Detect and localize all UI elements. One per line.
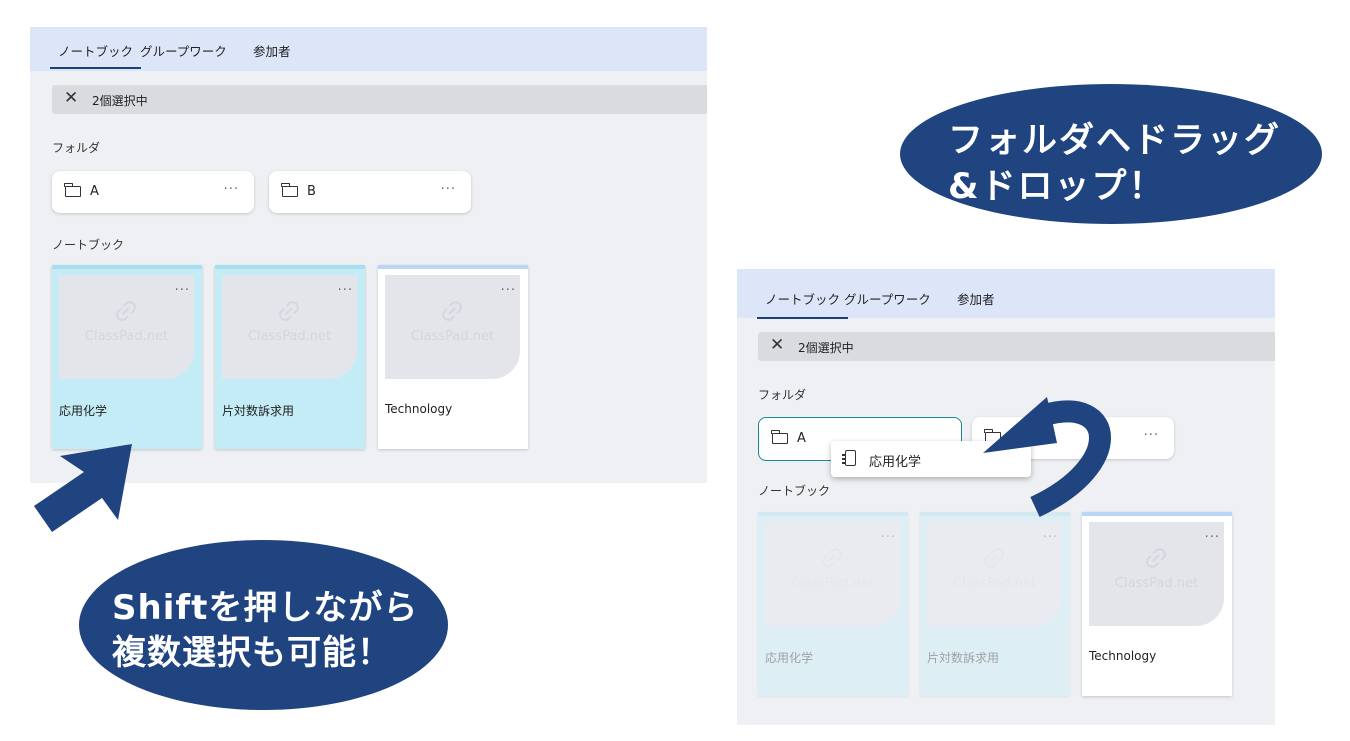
tab-notebooks[interactable]: ノートブック — [756, 289, 849, 319]
more-icon[interactable]: ··· — [441, 182, 456, 197]
folder-name: B — [307, 184, 316, 199]
link-icon — [442, 301, 462, 321]
notebook-title: 片対数訴求用 — [927, 651, 1000, 665]
curved-arrow-icon — [983, 397, 1111, 517]
notebook-panel-multiselect: ノートブック グループワーク 参加者 ✕ 2個選択中 フォルダ A ··· B … — [30, 27, 707, 483]
folder-name: A — [90, 184, 99, 199]
callout-line: 複数選択も可能！ — [112, 633, 392, 673]
tab-groupwork[interactable]: グループワーク — [140, 41, 227, 60]
link-icon — [279, 301, 299, 321]
thumbnail-logo: ClassPad.net — [247, 329, 332, 344]
more-icon[interactable]: ··· — [881, 530, 896, 545]
link-icon — [984, 548, 1004, 568]
notebook-card[interactable]: ClassPad.net ··· Technology — [1082, 512, 1232, 696]
more-icon[interactable]: ··· — [175, 283, 190, 298]
callout-line: フォルダへドラッグ — [948, 121, 1282, 161]
notebook-card[interactable]: ClassPad.net ··· 応用化学 — [758, 512, 908, 696]
selection-count: 2個選択中 — [92, 94, 148, 108]
thumbnail-logo: ClassPad.net — [84, 329, 169, 344]
tab-bar: ノートブック グループワーク 参加者 — [30, 27, 707, 71]
notebook-icon — [842, 450, 856, 466]
notebook-card[interactable]: ClassPad.net ··· Technology — [378, 265, 528, 449]
thumbnail-logo: ClassPad.net — [1114, 576, 1199, 591]
callout-line: Shiftを押しながら — [112, 588, 419, 628]
link-icon — [116, 301, 136, 321]
selection-count: 2個選択中 — [798, 341, 854, 355]
callout-multi-select: Shiftを押しながら 複数選択も可能！ — [79, 540, 448, 710]
notebook-title: 応用化学 — [765, 651, 814, 665]
notebook-title: Technology — [385, 402, 453, 416]
folder-card-a[interactable]: A ··· — [52, 171, 254, 213]
folders-heading: フォルダ — [52, 141, 101, 155]
callout-line: &ドロップ！ — [948, 167, 1166, 207]
more-icon[interactable]: ··· — [338, 283, 353, 298]
notebook-title: 片対数訴求用 — [222, 404, 295, 418]
folder-icon — [64, 183, 81, 197]
more-icon[interactable]: ··· — [1043, 530, 1058, 545]
link-icon — [1146, 548, 1166, 568]
folder-name: A — [797, 431, 806, 446]
tab-participants[interactable]: 参加者 — [253, 41, 291, 60]
tab-notebooks[interactable]: ノートブック — [49, 41, 142, 69]
arrow-up-right-icon — [34, 444, 132, 532]
callout-drag-drop: フォルダへドラッグ &ドロップ！ — [900, 84, 1322, 224]
more-icon[interactable]: ··· — [1205, 530, 1220, 545]
thumbnail-logo: ClassPad.net — [790, 576, 875, 591]
selection-bar: ✕ 2個選択中 — [52, 85, 707, 114]
notebooks-heading: ノートブック — [758, 484, 831, 498]
folders-heading: フォルダ — [758, 388, 807, 402]
thumbnail-logo: ClassPad.net — [952, 576, 1037, 591]
notebook-title: 応用化学 — [59, 404, 108, 418]
notebook-card[interactable]: ClassPad.net ··· 応用化学 — [52, 265, 202, 449]
tab-bar: ノートブック グループワーク 参加者 — [737, 269, 1275, 319]
thumbnail-logo: ClassPad.net — [410, 329, 495, 344]
close-icon[interactable]: ✕ — [770, 335, 784, 355]
notebook-title: Technology — [1089, 649, 1157, 663]
tab-groupwork[interactable]: グループワーク — [844, 289, 931, 308]
folder-icon — [771, 430, 788, 444]
notebook-card[interactable]: ClassPad.net ··· 片対数訴求用 — [215, 265, 365, 449]
more-icon[interactable]: ··· — [501, 283, 516, 298]
notebooks-heading: ノートブック — [52, 238, 125, 252]
folder-card-b[interactable]: B ··· — [269, 171, 471, 213]
more-icon[interactable]: ··· — [224, 182, 239, 197]
tab-participants[interactable]: 参加者 — [957, 289, 995, 308]
link-icon — [822, 548, 842, 568]
folder-icon — [281, 183, 298, 197]
notebook-card[interactable]: ClassPad.net ··· 片対数訴求用 — [920, 512, 1070, 696]
close-icon[interactable]: ✕ — [64, 88, 78, 108]
more-icon[interactable]: ··· — [1144, 428, 1159, 443]
drag-ghost-title: 応用化学 — [869, 455, 922, 470]
selection-bar: ✕ 2個選択中 — [758, 332, 1275, 361]
